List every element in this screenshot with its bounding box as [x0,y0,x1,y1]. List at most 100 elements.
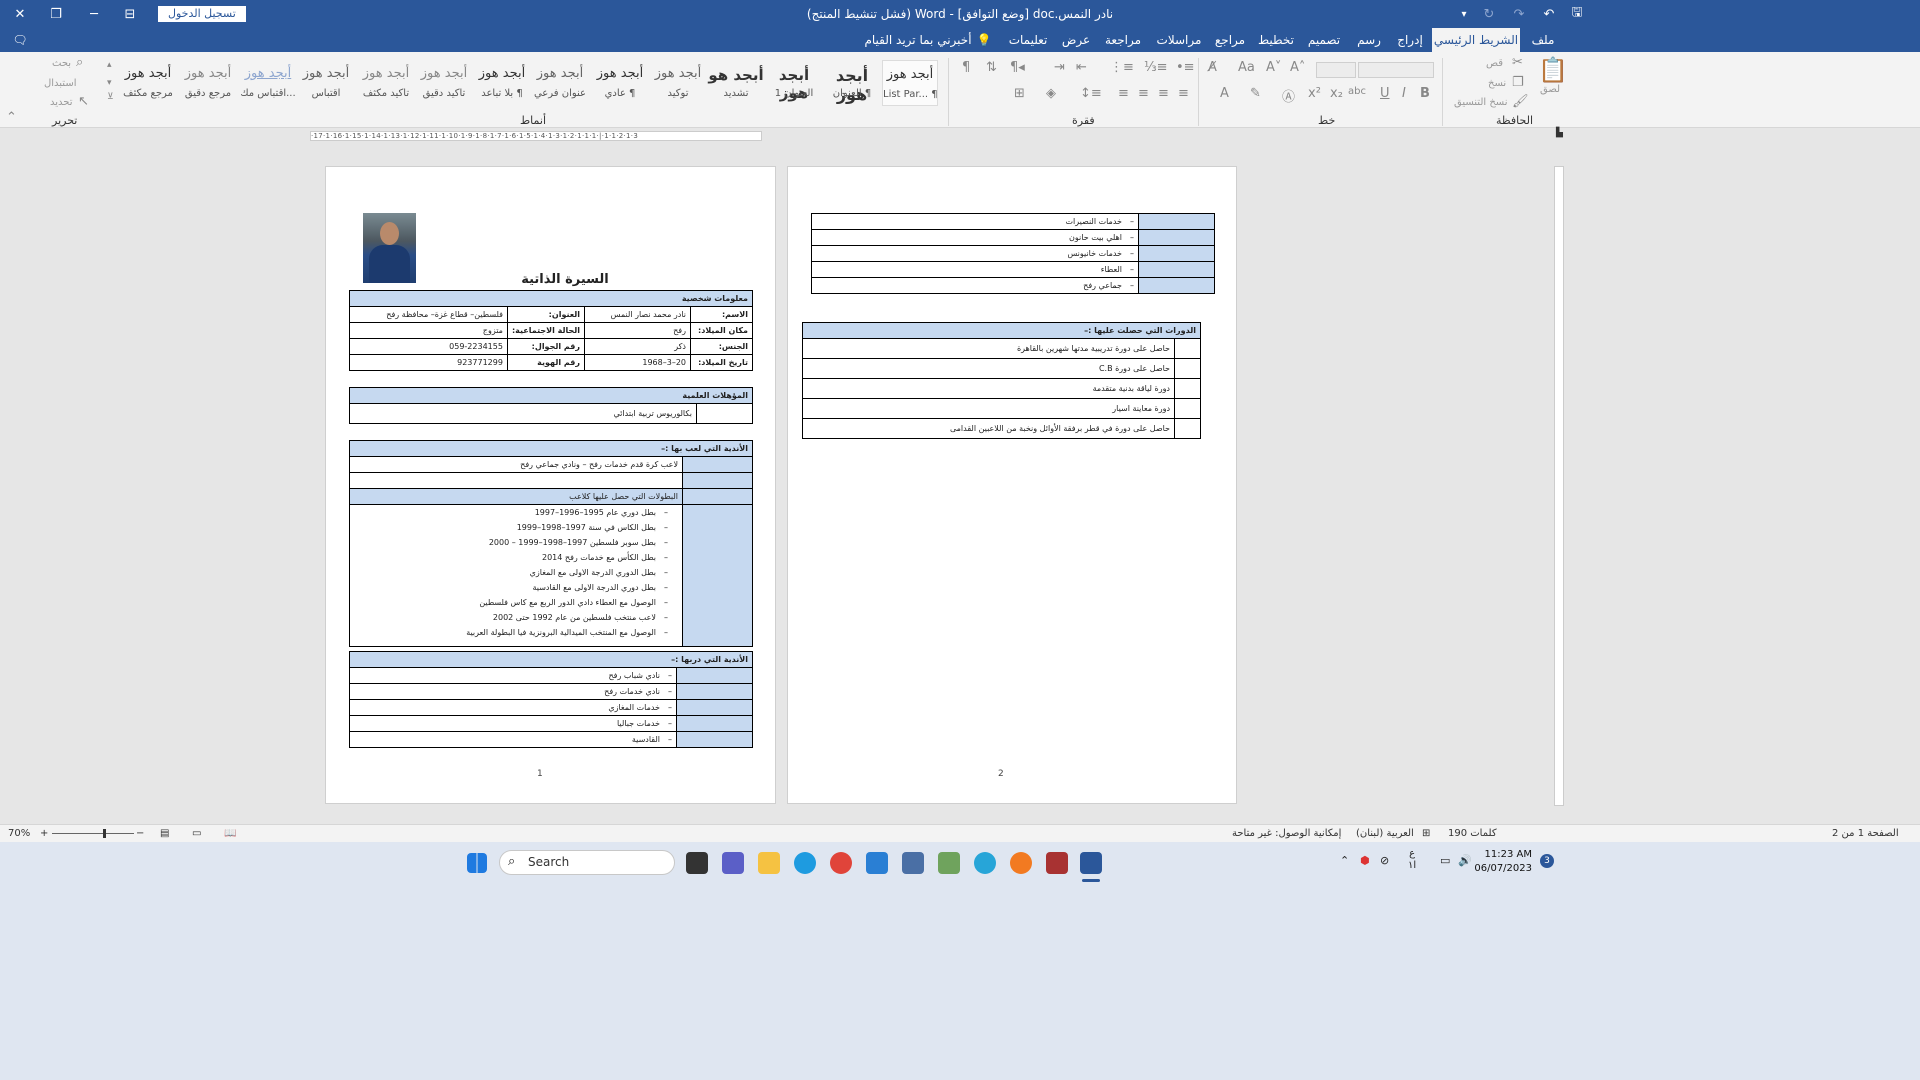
tab-design[interactable]: تصميم [1304,28,1344,52]
increase-font-icon[interactable]: A˄ [1290,60,1305,75]
align-right-icon[interactable]: ≡ [1138,86,1149,101]
highlight-icon[interactable]: ✎ [1250,86,1261,101]
zoom-level[interactable]: 70% [8,828,30,839]
styles-scroll-down-icon[interactable]: ▾ [107,78,112,88]
style-subtle-emphasis[interactable]: أبجد هوز تأكيد دقيق [416,60,472,106]
save-icon[interactable]: 🖫 [1568,0,1586,28]
rtl-direction-icon[interactable]: ¶◂ [1010,60,1025,75]
proofing-icon[interactable]: ⊞ [1422,828,1430,839]
input-language[interactable]: ع ا١ [1408,848,1416,872]
browser-app-icon[interactable] [974,852,996,874]
signin-button[interactable]: تسجيل الدخول [158,6,246,22]
ribbon-display-options-icon[interactable]: ⊟ [118,0,142,28]
style-emphasis[interactable]: أبجد هوز توكيد [650,60,706,106]
tab-view[interactable]: عرض [1058,28,1094,52]
decrease-font-icon[interactable]: A˅ [1266,60,1281,75]
clear-formatting-icon[interactable]: A̸ [1208,60,1217,75]
zoom-slider[interactable] [52,833,134,834]
zoom-out-icon[interactable]: − [136,828,144,839]
style-intense-reference[interactable]: أبجد هوز مرجع مكثف [120,60,176,106]
vscode-icon[interactable] [866,852,888,874]
minimize-icon[interactable]: ─ [82,0,106,28]
clock[interactable]: 11:23 AM 06/07/2023 [1474,848,1532,876]
superscript-icon[interactable]: x² [1308,86,1321,101]
style-subtitle[interactable]: أبجد هوز عنوان فرعي [532,60,588,106]
tab-help[interactable]: تعليمات [1006,28,1050,52]
teams-icon[interactable] [722,852,744,874]
line-spacing-icon[interactable]: ↕≡ [1080,86,1102,101]
find-button[interactable]: بحث [52,58,71,69]
archive-app-icon[interactable] [1046,852,1068,874]
justify-icon[interactable]: ≡ [1118,86,1129,101]
tab-references[interactable]: مراجع [1212,28,1248,52]
style-normal[interactable]: أبجد هوز عادي ¶ [592,60,648,106]
indent-icon[interactable]: ⇥ [1054,60,1065,75]
bullets-icon[interactable]: •≡ [1176,60,1195,75]
horizontal-ruler[interactable]: ·17·1·16·1·15·1·14·1·13·1·12·1·11·1·10·1… [310,131,762,141]
tell-me-search[interactable]: أخبرني بما تريد القيام به [862,28,974,71]
vertical-ruler[interactable] [1554,166,1564,806]
styles-scroll-up-icon[interactable]: ▴ [107,60,112,70]
close-icon[interactable]: ✕ [8,0,32,28]
style-subtle-reference[interactable]: أبجد هوز مرجع دقيق [180,60,236,106]
quick-access-customize-icon[interactable]: ▾ [1456,0,1472,28]
file-explorer-icon[interactable] [758,852,780,874]
comments-icon[interactable]: 🗨 [8,28,32,52]
center-icon[interactable]: ≡ [1158,86,1169,101]
style-title[interactable]: أبجد هوز العنوان ¶ [824,60,880,106]
start-icon[interactable] [467,853,487,873]
tab-review[interactable]: مراجعة [1100,28,1146,52]
show-formatting-marks-icon[interactable]: ¶ [962,60,970,75]
text-effects-icon[interactable]: Ⓐ [1282,86,1295,105]
italic-icon[interactable]: I [1402,86,1406,101]
format-painter-button[interactable]: نسخ التنسيق [1454,97,1507,108]
edge-icon[interactable] [794,852,816,874]
web-layout-icon[interactable]: ▤ [160,828,169,839]
style-intense-emphasis[interactable]: أبجد هوز تأكيد مكثف [358,60,414,106]
notification-badge[interactable]: 3 [1540,854,1554,868]
tab-mailings[interactable]: مراسلات [1152,28,1206,52]
copy-button[interactable]: نسخ [1488,78,1506,89]
style-no-spacing[interactable]: أبجد هوز بلا تباعد ¶ [474,60,530,106]
accessibility-status[interactable]: إمكانية الوصول: غير متاحة [1232,828,1341,839]
paste-icon[interactable]: 📋 [1538,56,1568,84]
tab-layout[interactable]: تخطيط [1256,28,1296,52]
task-view-icon[interactable] [686,852,708,874]
word-icon[interactable] [1080,852,1102,874]
multilevel-list-icon[interactable]: ⋮≡ [1110,60,1134,75]
style-quote[interactable]: أبجد هوز اقتباس [298,60,354,106]
select-button[interactable]: تحديد [50,97,73,108]
undo-icon[interactable]: ↶ [1540,0,1558,28]
style-heading-1[interactable]: أبجد هوز العنوان 1 [766,60,822,106]
ruler-toggle-icon[interactable]: ▙ [1556,128,1563,138]
paste-button[interactable]: لصق [1540,84,1560,95]
style-strong[interactable]: أبجد هو تشديد [708,60,764,106]
bold-icon[interactable]: B [1420,86,1430,101]
borders-icon[interactable]: ⊞ [1014,86,1025,101]
page-count[interactable]: الصفحة 1 من 2 [1832,828,1899,839]
chrome-icon[interactable] [830,852,852,874]
network-app-icon[interactable] [902,852,924,874]
sort-icon[interactable]: ⇅ [986,60,997,75]
tray-overflow-icon[interactable]: ⌃ [1340,854,1349,867]
replace-button[interactable]: استبدال [44,78,77,89]
styles-more-icon[interactable]: ⊻ [107,92,114,102]
tab-insert[interactable]: إدراج [1392,28,1428,52]
media-app-icon[interactable] [938,852,960,874]
restore-icon[interactable]: ❐ [44,0,68,28]
tray-app-icon[interactable]: ⬢ [1360,854,1370,867]
style-list-paragraph[interactable]: أبجد هوز List Par... ¶ [882,60,938,106]
font-name-box[interactable] [1358,62,1434,78]
volume-icon[interactable]: 🔊 [1458,854,1472,867]
tab-draw[interactable]: رسم [1352,28,1386,52]
tray-network-icon[interactable]: ⊘ [1380,854,1389,867]
word-count[interactable]: 190 كلمات [1448,828,1497,839]
read-mode-icon[interactable]: 📖 [224,828,236,839]
subscript-icon[interactable]: x₂ [1330,86,1343,101]
font-size-box[interactable] [1316,62,1356,78]
repeat-icon[interactable]: ↻ [1480,0,1498,28]
cut-button[interactable]: قص [1486,58,1503,69]
monitor-icon[interactable]: ▭ [1440,854,1450,867]
strikethrough-icon[interactable]: abc [1348,86,1366,97]
tab-home[interactable]: الشريط الرئيسي [1432,28,1520,52]
